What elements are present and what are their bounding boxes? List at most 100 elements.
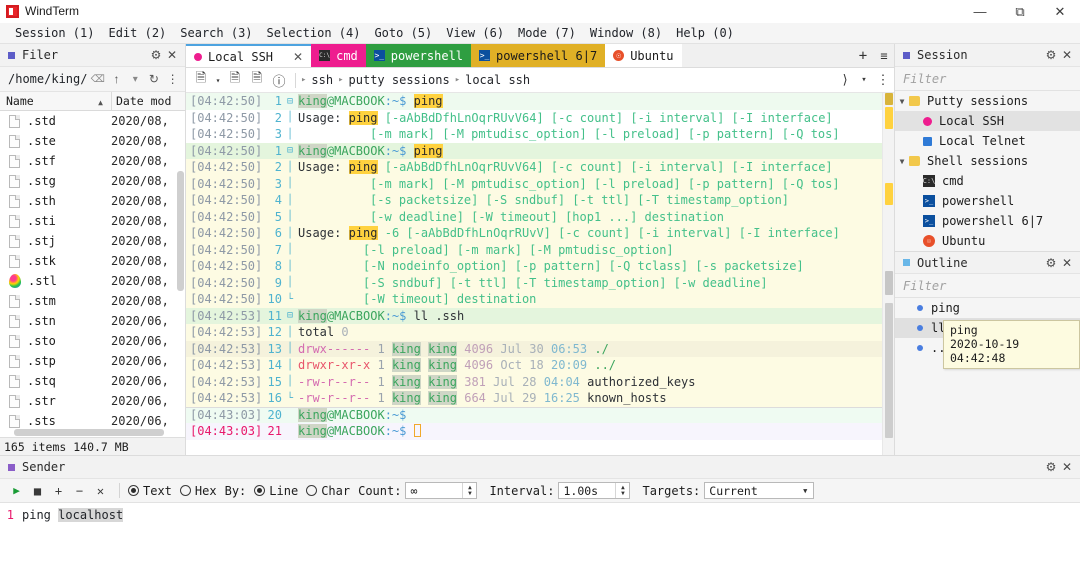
list-item[interactable]: .sti 2020/08, [0, 211, 185, 231]
chevron-down-icon[interactable]: ▼ [895, 97, 909, 106]
tab-powershell[interactable]: >_ powershell [365, 44, 472, 67]
list-item[interactable]: .stk 2020/08, [0, 251, 185, 271]
sidebar-item-cmd[interactable]: C:\ cmd [895, 171, 1080, 191]
sender-editor-line[interactable]: 1 ping localhost [0, 506, 1080, 524]
list-item[interactable]: .stq 2020/06, [0, 371, 185, 391]
info-icon[interactable]: ⓘ [268, 68, 290, 93]
interval-value[interactable]: 1.00s [559, 484, 615, 498]
close-icon[interactable]: ✕ [1040, 0, 1080, 23]
sidebar-item-local-ssh[interactable]: Local SSH [895, 111, 1080, 131]
column-header-name[interactable]: Name ▲ [0, 94, 111, 108]
filer-horizontal-scrollbar[interactable] [14, 429, 164, 436]
close-icon[interactable]: ✕ [90, 479, 111, 503]
list-item[interactable]: .sto 2020/06, [0, 331, 185, 351]
terminal-scrollbar[interactable] [882, 93, 894, 455]
list-item[interactable]: .std 2020/08, [0, 111, 185, 131]
menu-selection[interactable]: Selection (4) [260, 23, 368, 44]
radio-char[interactable]: Char [306, 484, 350, 498]
scroll-track[interactable] [885, 303, 893, 438]
targets-select[interactable]: Current ▼ [704, 482, 815, 499]
minus-icon[interactable]: − [69, 479, 90, 503]
list-item[interactable]: .stp 2020/06, [0, 351, 185, 371]
tree-group-putty-sessions[interactable]: ▼ Putty sessions [895, 91, 1080, 111]
list-item[interactable]: .sth 2020/08, [0, 191, 185, 211]
sidebar-item-powershell-67[interactable]: >_ powershell 6|7 [895, 211, 1080, 231]
gear-icon[interactable]: ⚙ [148, 48, 164, 62]
play-icon[interactable]: ▶ [6, 479, 27, 503]
minimize-icon[interactable]: — [960, 0, 1000, 23]
list-item[interactable]: .ste 2020/08, [0, 131, 185, 151]
restore-icon[interactable]: ⧉ [1000, 0, 1040, 23]
filer-file-list[interactable]: .std 2020/08, .ste 2020/08, .stf 2020/08, .… [0, 111, 185, 437]
chevron-down-icon[interactable]: ▾ [127, 74, 144, 85]
list-icon[interactable]: ≡ [874, 44, 894, 67]
radio-text[interactable]: Text [128, 484, 172, 498]
plus-icon[interactable]: + [852, 44, 874, 67]
list-item[interactable]: .stn 2020/06, [0, 311, 185, 331]
sidebar-item-ubuntu[interactable]: ☉ Ubuntu [895, 231, 1080, 251]
gear-icon[interactable]: ⚙ [1043, 48, 1059, 62]
fold-toggle-icon[interactable]: ⊟ [284, 145, 296, 156]
gear-icon[interactable]: ⚙ [1043, 460, 1059, 474]
duplicate-session-icon[interactable]: 🗎 [246, 68, 268, 93]
chevron-down-icon[interactable]: ▼ [895, 157, 909, 166]
interval-stepper[interactable]: 1.00s ▲ ▼ [558, 482, 631, 499]
outline-item-ping[interactable]: ping [895, 298, 1080, 318]
column-header-date[interactable]: Date mod [111, 91, 185, 111]
close-icon[interactable]: ✕ [1059, 256, 1075, 270]
close-session-icon[interactable]: 🗎 [224, 68, 246, 93]
list-item[interactable]: .sts 2020/06, [0, 411, 185, 431]
menu-search[interactable]: Search (3) [173, 23, 259, 44]
menu-edit[interactable]: Edit (2) [101, 23, 173, 44]
count-stepper[interactable]: ∞ ▲ ▼ [405, 482, 478, 499]
refresh-icon[interactable]: ↻ [146, 72, 163, 86]
tab-local-ssh[interactable]: Local SSH ✕ [186, 44, 312, 67]
count-value[interactable]: ∞ [406, 484, 462, 498]
chevron-down-icon[interactable]: ▾ [856, 68, 872, 93]
radio-line[interactable]: Line [254, 484, 298, 498]
fold-toggle-icon[interactable]: ⊟ [284, 96, 296, 107]
list-item[interactable]: .stj 2020/08, [0, 231, 185, 251]
close-icon[interactable]: ✕ [293, 50, 303, 64]
backspace-icon[interactable]: ⌫ [89, 74, 106, 85]
terminal-line-active[interactable]: [04:43:03] 21 king@MACBOOK:~$ [186, 423, 882, 440]
filer-vertical-scrollbar[interactable] [177, 171, 184, 291]
stop-icon[interactable]: ■ [27, 479, 48, 503]
scroll-thumb[interactable] [885, 271, 893, 295]
sender-editor[interactable]: 1 ping localhost [0, 503, 1080, 561]
menu-view[interactable]: View (6) [439, 23, 511, 44]
session-filter-input[interactable]: Filter [895, 67, 1080, 91]
chevron-down-icon[interactable]: ▼ [797, 487, 813, 495]
tab-cmd[interactable]: C:\ cmd [311, 44, 366, 67]
sidebar-item-local-telnet[interactable]: Local Telnet [895, 131, 1080, 151]
chevron-right-icon[interactable]: ⟩ [834, 68, 856, 93]
menu-window[interactable]: Window (8) [583, 23, 669, 44]
tree-group-shell-sessions[interactable]: ▼ Shell sessions [895, 151, 1080, 171]
outline-filter-input[interactable]: Filter [895, 274, 1080, 298]
menu-goto[interactable]: Goto (5) [367, 23, 439, 44]
filer-path-input[interactable]: /home/king/ [4, 72, 87, 86]
breadcrumb-item-local-ssh[interactable]: local ssh [465, 73, 530, 87]
list-item[interactable]: .str 2020/06, [0, 391, 185, 411]
list-item[interactable]: .stl 2020/08, [0, 271, 185, 291]
more-vertical-icon[interactable]: ⋮ [872, 68, 894, 93]
close-icon[interactable]: ✕ [164, 48, 180, 62]
breadcrumb-item-putty-sessions[interactable]: putty sessions [349, 73, 450, 87]
plus-icon[interactable]: + [48, 479, 69, 503]
list-item[interactable]: .stg 2020/08, [0, 171, 185, 191]
stepper-arrows-icon[interactable]: ▲ ▼ [615, 483, 629, 498]
tab-powershell-67[interactable]: >_ powershell 6|7 [471, 44, 606, 67]
menu-help[interactable]: Help (0) [669, 23, 741, 44]
more-vertical-icon[interactable]: ⋮ [164, 72, 181, 86]
close-icon[interactable]: ✕ [1059, 460, 1075, 474]
close-icon[interactable]: ✕ [1059, 48, 1075, 62]
radio-hex[interactable]: Hex [179, 484, 217, 498]
menu-session[interactable]: Session (1) [8, 23, 101, 44]
arrow-up-icon[interactable]: ↑ [108, 72, 125, 86]
sidebar-item-powershell[interactable]: >_ powershell [895, 191, 1080, 211]
list-item[interactable]: .stf 2020/08, [0, 151, 185, 171]
terminal-view[interactable]: [04:42:50] 1 ⊟ king@MACBOOK:~$ ping [04:… [186, 93, 894, 455]
breadcrumb-item-ssh[interactable]: ssh [311, 73, 333, 87]
gear-icon[interactable]: ⚙ [1043, 256, 1059, 270]
stepper-arrows-icon[interactable]: ▲ ▼ [462, 483, 476, 498]
